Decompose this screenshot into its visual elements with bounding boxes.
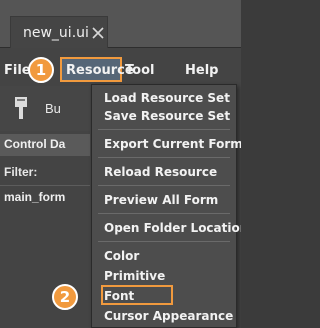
menu-separator bbox=[98, 213, 230, 214]
menu-separator bbox=[98, 241, 230, 242]
callout-step-2: 2 bbox=[52, 284, 78, 310]
menu-help[interactable]: Help bbox=[185, 63, 218, 78]
menu-item-primitive[interactable]: Primitive bbox=[104, 269, 165, 283]
menu-resource[interactable]: Resource bbox=[60, 57, 134, 82]
menu-file[interactable]: File bbox=[4, 63, 31, 78]
tree-item-main-form[interactable]: main_form bbox=[4, 190, 65, 204]
panel-divider bbox=[0, 185, 90, 186]
menu-separator bbox=[98, 157, 230, 158]
menu-item-cursor-appearance[interactable]: Cursor Appearance bbox=[104, 309, 233, 323]
menu-item-preview-all-form[interactable]: Preview All Form bbox=[104, 193, 218, 207]
menu-item-color[interactable]: Color bbox=[104, 249, 139, 263]
tab-title: new_ui.ui bbox=[23, 25, 89, 41]
app-window: new_ui.ui File Resource Tool Help Bu Con… bbox=[0, 0, 241, 328]
menu-item-font[interactable]: Font bbox=[104, 289, 134, 303]
close-icon[interactable] bbox=[91, 26, 105, 40]
control-data-panel-header: Control Da bbox=[0, 134, 90, 156]
menu-tool[interactable]: Tool bbox=[125, 63, 154, 78]
panel-header-label: Control Da bbox=[4, 137, 66, 151]
toolbar: Bu bbox=[0, 86, 90, 131]
menu-item-reload-resource[interactable]: Reload Resource bbox=[104, 165, 217, 179]
brush-icon[interactable] bbox=[10, 95, 32, 121]
filter-label: Filter: bbox=[4, 165, 38, 179]
tab-new-ui[interactable]: new_ui.ui bbox=[10, 16, 108, 48]
callout-step-1: 1 bbox=[28, 57, 54, 83]
menu-item-export-current-form[interactable]: Export Current Form bbox=[104, 137, 241, 151]
menu-separator bbox=[98, 185, 230, 186]
menu-separator bbox=[98, 129, 230, 130]
tab-strip: new_ui.ui bbox=[0, 0, 241, 48]
menu-resource-label: Resource bbox=[66, 63, 134, 78]
menu-item-save-resource-set[interactable]: Save Resource Set bbox=[104, 109, 230, 123]
toolbar-button-label[interactable]: Bu bbox=[45, 101, 61, 116]
menu-item-open-folder-location[interactable]: Open Folder Location bbox=[104, 221, 241, 235]
menu-item-load-resource-set[interactable]: Load Resource Set bbox=[104, 91, 230, 105]
resource-dropdown-menu: Load Resource Set Save Resource Set Expo… bbox=[91, 84, 241, 328]
